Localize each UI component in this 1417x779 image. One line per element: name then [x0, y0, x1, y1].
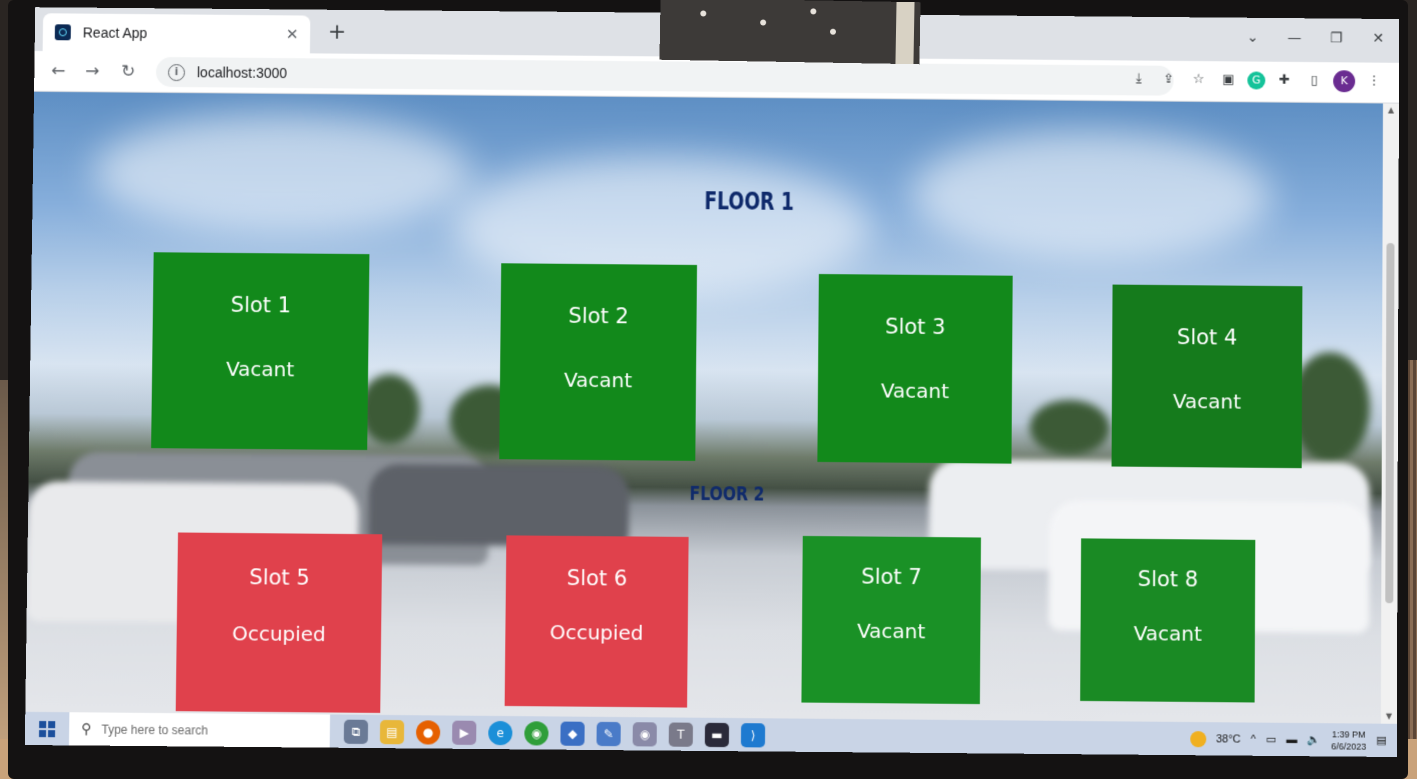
parking-page: FLOOR 1 Slot 1 Vacant Slot 2 Vacant Slot…: [25, 91, 1383, 724]
slot-3-card[interactable]: Slot 3 Vacant: [817, 274, 1013, 464]
background-tree: [1029, 399, 1110, 456]
scroll-up-icon[interactable]: ▲: [1383, 103, 1399, 117]
clock-date: 6/6/2023: [1331, 740, 1367, 752]
slot-status: Vacant: [1172, 389, 1242, 414]
slot-8-card[interactable]: Slot 8 Vacant: [1080, 538, 1256, 703]
extension-icons: ⤓ ⇪ ☆ ▣ G ✚ ▯ K ⋮: [1128, 68, 1385, 93]
slot-label: Slot 1: [230, 292, 292, 318]
page-scrollbar[interactable]: ▲ ▼: [1380, 103, 1399, 724]
tab-title: React App: [82, 24, 148, 41]
close-window-button[interactable]: ✕: [1357, 19, 1399, 63]
extensions-puzzle-icon[interactable]: ✚: [1273, 70, 1295, 92]
reload-button[interactable]: ↻: [114, 58, 142, 86]
scroll-thumb[interactable]: [1385, 243, 1395, 604]
system-tray: 38°C ^ ▭ ▬ 🔈 1:39 PM 6/6/2023 ▤: [1189, 722, 1387, 757]
volume-icon[interactable]: 🔈: [1307, 733, 1321, 746]
tray-chevron-icon[interactable]: ^: [1251, 733, 1256, 745]
weather-sun-icon[interactable]: [1189, 730, 1207, 747]
teams-icon[interactable]: T: [668, 721, 693, 747]
notes-app-icon[interactable]: ✎: [596, 721, 621, 746]
site-info-icon[interactable]: i: [167, 63, 186, 81]
address-bar[interactable]: i localhost:3000: [155, 56, 1174, 96]
weather-temperature[interactable]: 38°C: [1216, 733, 1241, 745]
slot-label: Slot 7: [861, 564, 922, 590]
background-car: [368, 464, 630, 547]
taskbar-clock[interactable]: 1:39 PM 6/6/2023: [1331, 728, 1366, 752]
slot-status: Occupied: [231, 621, 326, 647]
back-button[interactable]: ←: [44, 57, 72, 85]
tape-speck: [829, 28, 837, 35]
search-icon: ⚲: [81, 720, 92, 737]
slot-4-card[interactable]: Slot 4 Vacant: [1111, 284, 1303, 469]
task-view-icon[interactable]: ⧉: [343, 719, 369, 744]
battery-icon[interactable]: ▬: [1286, 733, 1297, 745]
slot-status: Vacant: [563, 367, 633, 393]
share-icon[interactable]: ⇪: [1158, 69, 1180, 91]
restore-button[interactable]: ❐: [1315, 18, 1357, 62]
slot-label: Slot 4: [1177, 325, 1238, 350]
tape-strip: [659, 0, 921, 65]
slot-status: Vacant: [225, 356, 295, 382]
sky-cloud: [92, 112, 473, 236]
cast-icon[interactable]: ▣: [1217, 69, 1239, 91]
sky-cloud: [910, 129, 1272, 262]
slot-status: Vacant: [880, 378, 950, 404]
grammarly-icon[interactable]: G: [1247, 71, 1266, 90]
network-icon[interactable]: ▭: [1266, 733, 1276, 746]
slot-1-card[interactable]: Slot 1 Vacant: [151, 252, 370, 451]
menu-kebab-icon[interactable]: ⋮: [1363, 70, 1385, 92]
slot-label: Slot 6: [566, 565, 628, 591]
slot-label: Slot 5: [249, 565, 310, 590]
media-player-icon[interactable]: ▶: [452, 720, 477, 745]
floor-1-title: FLOOR 1: [704, 187, 795, 216]
tape-speck: [810, 8, 817, 15]
tape-speck: [760, 19, 767, 26]
search-placeholder: Type here to search: [101, 722, 208, 738]
tab-search-button[interactable]: ⌄: [1232, 18, 1274, 62]
slot-status: Occupied: [549, 619, 644, 645]
slot-2-card[interactable]: Slot 2 Vacant: [499, 263, 698, 461]
chrome-icon[interactable]: ◉: [524, 720, 549, 746]
notifications-icon[interactable]: ▤: [1376, 734, 1386, 747]
bookmark-star-icon[interactable]: ☆: [1187, 69, 1209, 91]
minimize-button[interactable]: —: [1273, 18, 1315, 62]
profile-avatar[interactable]: K: [1333, 70, 1356, 93]
slot-label: Slot 8: [1137, 566, 1199, 592]
vpn-app-icon[interactable]: ◆: [560, 721, 585, 746]
scroll-down-icon[interactable]: ▼: [1381, 710, 1397, 724]
vscode-icon[interactable]: ⟩: [740, 722, 766, 747]
slot-label: Slot 2: [568, 303, 629, 329]
slot-status: Vacant: [1133, 621, 1202, 646]
background-tree: [359, 373, 421, 445]
tape-speck: [700, 10, 707, 17]
tape-edge: [895, 1, 915, 65]
slot-5-card[interactable]: Slot 5 Occupied: [175, 532, 383, 713]
react-favicon-icon: [54, 24, 71, 41]
monitor-screen: React App ✕ + ⌄ — ❐ ✕ ← → ↻ i localhost:…: [24, 7, 1400, 758]
tab-close-icon[interactable]: ✕: [282, 25, 302, 43]
clock-time: 1:39 PM: [1331, 728, 1366, 740]
edge-icon[interactable]: e: [488, 720, 513, 745]
pinned-apps: ⧉ ▤ ● ▶ e ◉ ◆ ✎ ◉ T ▬ ⟩: [343, 719, 766, 747]
url-text: localhost:3000: [196, 64, 288, 82]
slot-6-card[interactable]: Slot 6 Occupied: [504, 535, 689, 708]
window-controls: ⌄ — ❐ ✕: [1232, 18, 1400, 63]
file-explorer-icon[interactable]: ▤: [379, 719, 405, 744]
slot-status: Vacant: [856, 618, 926, 644]
start-button[interactable]: [25, 712, 70, 746]
slot-label: Slot 3: [885, 314, 946, 340]
slot-7-card[interactable]: Slot 7 Vacant: [801, 535, 981, 705]
monitor-bezel: React App ✕ + ⌄ — ❐ ✕ ← → ↻ i localhost:…: [8, 0, 1408, 779]
floor-2-title: FLOOR 2: [689, 480, 765, 506]
side-panel-icon[interactable]: ▯: [1303, 70, 1325, 92]
browser-tab[interactable]: React App ✕: [42, 13, 311, 54]
forward-button[interactable]: →: [78, 57, 106, 85]
install-app-icon[interactable]: ⤓: [1128, 68, 1150, 90]
chrome-active-icon[interactable]: ◉: [632, 721, 657, 747]
taskbar-search-box[interactable]: ⚲ Type here to search: [68, 712, 331, 748]
new-tab-button[interactable]: +: [324, 20, 350, 46]
firefox-icon[interactable]: ●: [415, 719, 441, 745]
windows-logo-icon: [38, 720, 56, 737]
terminal-icon[interactable]: ▬: [704, 722, 730, 747]
